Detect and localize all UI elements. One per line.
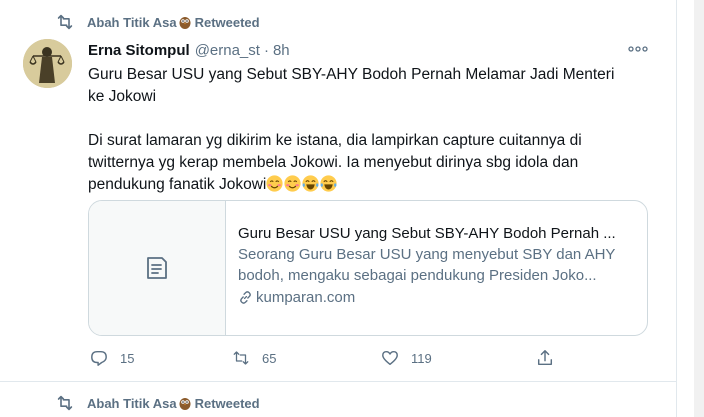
retweet-icon bbox=[57, 14, 73, 30]
tweet-action-bar: 15 65 119 bbox=[88, 346, 558, 370]
timestamp[interactable]: 8h bbox=[273, 42, 290, 59]
card-domain-row: kumparan.com bbox=[238, 287, 636, 308]
tweet-text-line: Di surat lamaran yg dikirim ke istana, d… bbox=[88, 132, 582, 149]
separator-dot: · bbox=[263, 41, 269, 59]
retweeted-label: Retweeted bbox=[194, 14, 260, 30]
like-button[interactable]: 119 bbox=[381, 346, 432, 370]
retweeter-name[interactable]: Abah Titik Asa bbox=[87, 15, 177, 30]
retweet-count: 65 bbox=[262, 350, 277, 366]
reply-count: 15 bbox=[120, 350, 135, 366]
retweeted-label: Retweeted bbox=[194, 395, 260, 411]
card-description: bodoh, mengaku sebagai pendukung Preside… bbox=[238, 267, 597, 284]
display-name[interactable]: Erna Sitompul bbox=[88, 42, 190, 59]
like-count: 119 bbox=[411, 350, 432, 366]
card-thumbnail bbox=[89, 201, 226, 335]
tears-of-joy-icon bbox=[302, 175, 319, 192]
smiling-face-icon bbox=[266, 175, 283, 192]
share-icon bbox=[537, 350, 553, 366]
tweet-text: Guru Besar USU yang Sebut SBY-AHY Bodoh … bbox=[88, 64, 648, 196]
tweet-header: Erna Sitompul @erna_st · 8h bbox=[88, 40, 290, 60]
tweet-text-line: twitternya yg kerap membela Jokowi. Ia m… bbox=[88, 154, 579, 171]
link-preview-card[interactable]: Guru Besar USU yang Sebut SBY-AHY Bodoh … bbox=[88, 200, 648, 336]
retweet-banner: Abah Titik Asa Retweeted bbox=[55, 12, 260, 32]
avatar[interactable] bbox=[23, 39, 72, 88]
card-title: Guru Besar USU yang Sebut SBY-AHY Bodoh … bbox=[238, 225, 616, 242]
tears-of-joy-icon bbox=[320, 175, 337, 192]
link-icon bbox=[240, 291, 251, 304]
reply-icon bbox=[91, 350, 107, 366]
retweeter-name[interactable]: Abah Titik Asa bbox=[87, 396, 177, 411]
tweet-text-line: Guru Besar USU yang Sebut SBY-AHY Bodoh … bbox=[88, 66, 615, 83]
lady-justice-avatar-icon bbox=[23, 39, 72, 88]
scrollbar[interactable] bbox=[694, 0, 704, 417]
retweet-icon bbox=[57, 395, 73, 411]
document-icon bbox=[147, 257, 167, 279]
card-description: Seorang Guru Besar USU yang menyebut SBY… bbox=[238, 246, 616, 263]
user-handle[interactable]: @erna_st bbox=[195, 42, 260, 59]
retweet-icon bbox=[233, 351, 249, 365]
card-body: Guru Besar USU yang Sebut SBY-AHY Bodoh … bbox=[238, 223, 636, 308]
retweet-banner: Abah Titik Asa Retweeted bbox=[55, 393, 260, 413]
tweet-divider bbox=[0, 381, 676, 382]
smiling-face-icon bbox=[284, 175, 301, 192]
tweet-text-line: pendukung fanatik Jokowi bbox=[88, 174, 648, 196]
card-domain: kumparan.com bbox=[256, 289, 356, 306]
owl-emoji-icon bbox=[179, 17, 191, 29]
tweet-text-line: ke Jokowi bbox=[88, 88, 157, 105]
owl-emoji-icon bbox=[179, 398, 191, 410]
reply-button[interactable]: 15 bbox=[90, 346, 134, 370]
more-options-icon[interactable] bbox=[628, 45, 648, 53]
heart-icon bbox=[382, 350, 398, 366]
share-button[interactable] bbox=[536, 346, 554, 370]
tweet-text-line-end: pendukung fanatik Jokowi bbox=[88, 176, 267, 193]
retweet-button[interactable]: 65 bbox=[232, 346, 276, 370]
